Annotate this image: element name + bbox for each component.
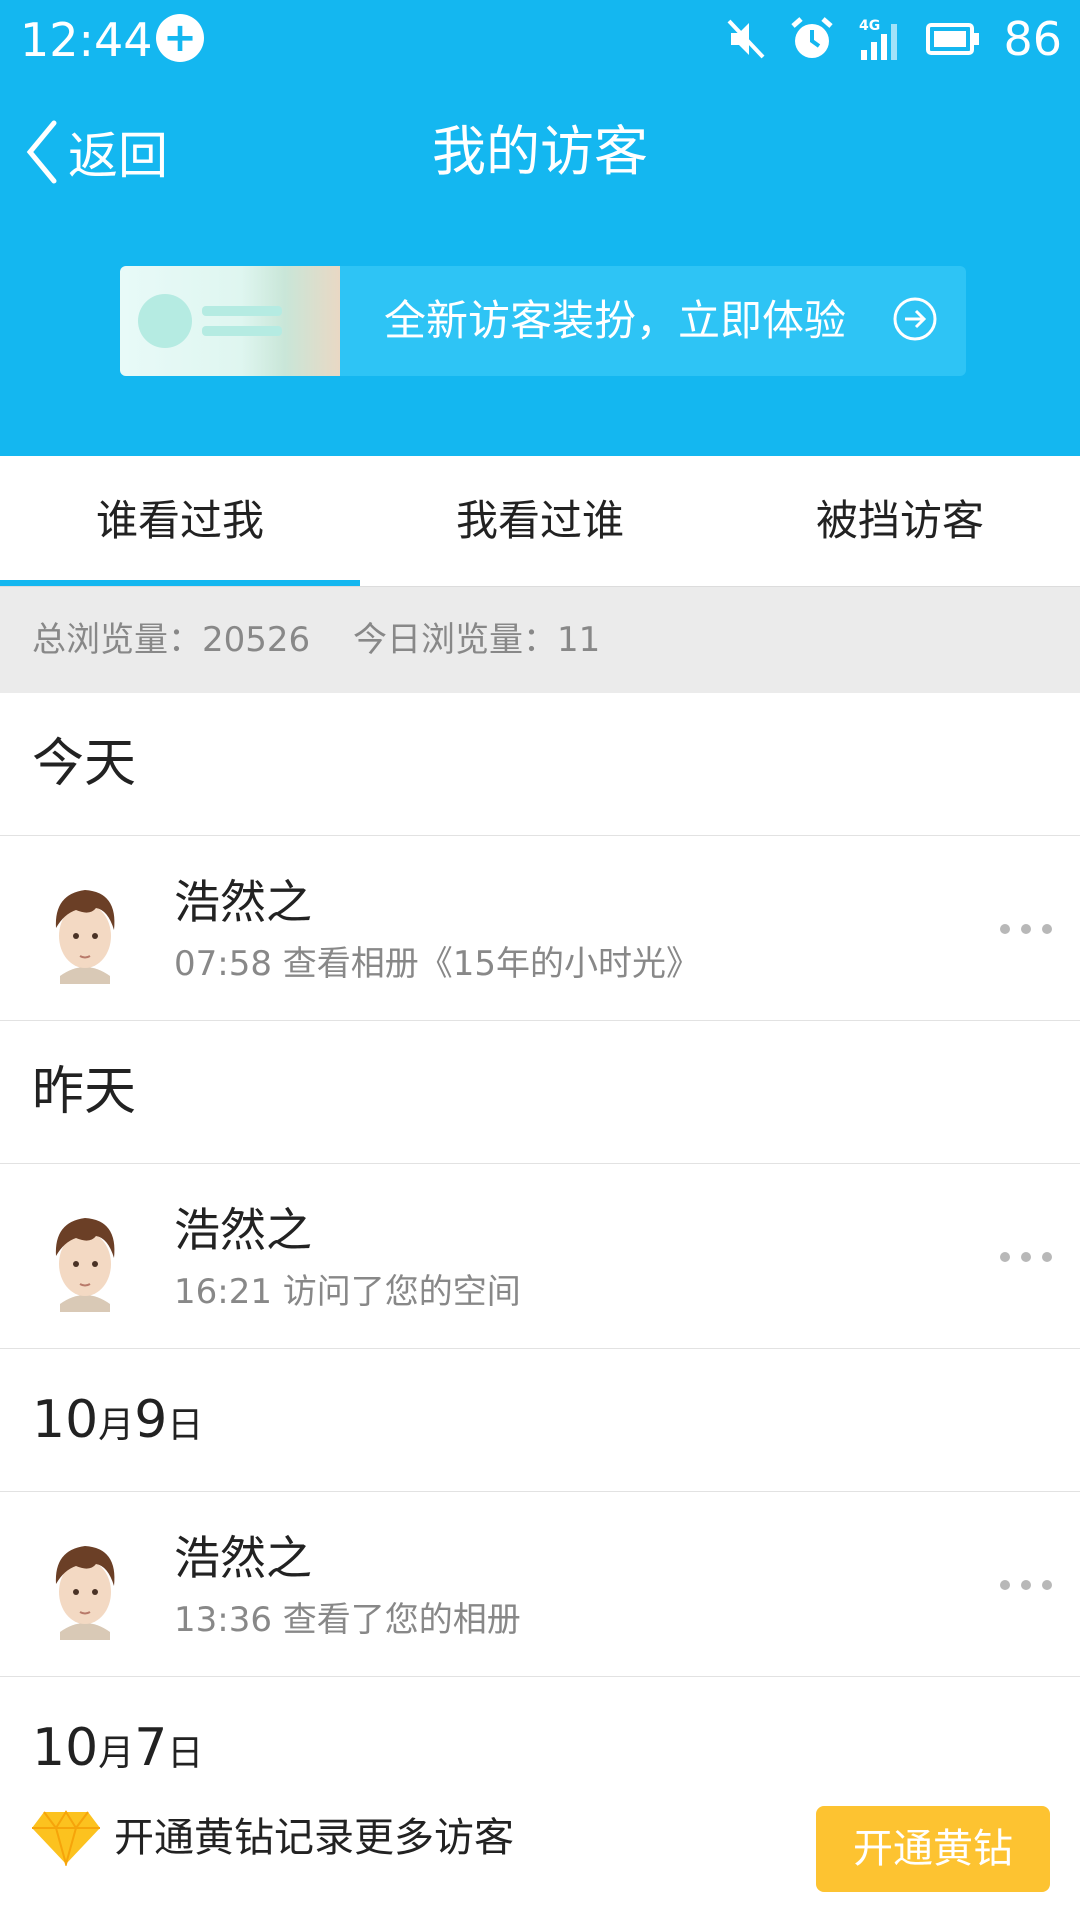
date-unit: 日 xyxy=(167,1405,204,1446)
diamond-icon xyxy=(32,1810,100,1866)
promo-thumbnail xyxy=(120,266,340,376)
promo-banner[interactable]: 全新访客装扮，立即体验 xyxy=(120,266,966,376)
date-number: 9 xyxy=(134,1390,168,1450)
visit-description: 07:58 查看相册《15年的小时光》 xyxy=(174,944,701,984)
mute-icon xyxy=(727,19,765,59)
4g-signal-icon: 4G xyxy=(859,18,898,60)
visitor-name: 浩然之 xyxy=(174,875,312,929)
date-number: 7 xyxy=(134,1718,168,1778)
thumbnail-bar xyxy=(202,326,282,336)
date-number: 10 xyxy=(32,1718,99,1778)
avatar xyxy=(55,890,115,984)
visit-stats: 总浏览量：20526 今日浏览量：11 xyxy=(0,587,1080,693)
vip-upsell-bar: 开通黄钻记录更多访客 开通黄钻 xyxy=(0,1778,1080,1920)
date-unit: 日 xyxy=(167,1733,204,1774)
open-yellow-diamond-button[interactable]: 开通黄钻 xyxy=(816,1806,1050,1892)
total-views: 总浏览量：20526 xyxy=(32,620,311,660)
app-sync-icon xyxy=(156,14,204,62)
section-title: 昨天 xyxy=(32,1062,137,1122)
status-bar: 12:44 4G 86 xyxy=(0,0,1080,80)
svg-text:4G: 4G xyxy=(859,18,880,34)
avatar xyxy=(55,1546,115,1640)
visitor-row[interactable]: 浩然之 13:36 查看了您的相册 xyxy=(0,1492,1080,1677)
status-time: 12:44 xyxy=(20,13,153,67)
section-header-date: 10月9日 xyxy=(0,1349,1080,1492)
section-header-today: 今天 xyxy=(0,693,1080,836)
visit-description: 13:36 查看了您的相册 xyxy=(174,1600,521,1640)
section-header-yesterday: 昨天 xyxy=(0,1021,1080,1164)
visitor-name: 浩然之 xyxy=(174,1203,312,1257)
status-icons: 4G 86 xyxy=(727,8,1062,70)
date-unit: 月 xyxy=(98,1405,135,1446)
battery-level: 86 xyxy=(1003,12,1062,66)
tab-blocked-visitors[interactable]: 被挡访客 xyxy=(720,456,1080,586)
battery-icon xyxy=(926,23,980,55)
more-options-icon[interactable] xyxy=(1000,1242,1052,1272)
visitor-row[interactable]: 浩然之 16:21 访问了您的空间 xyxy=(0,1164,1080,1349)
section-title: 10月9日 xyxy=(32,1349,203,1497)
visitor-name: 浩然之 xyxy=(174,1531,312,1585)
alarm-icon xyxy=(791,17,834,58)
tab-who-viewed-me[interactable]: 谁看过我 xyxy=(0,456,360,586)
vip-promo-text: 开通黄钻记录更多访客 xyxy=(114,1815,514,1861)
date-unit: 月 xyxy=(98,1733,135,1774)
arrow-right-circle-icon xyxy=(893,297,937,341)
active-tab-indicator xyxy=(0,580,360,586)
more-options-icon[interactable] xyxy=(1000,1570,1052,1600)
tab-bar: 谁看过我 我看过谁 被挡访客 xyxy=(0,456,1080,587)
tab-who-i-viewed[interactable]: 我看过谁 xyxy=(360,456,720,586)
visit-description: 16:21 访问了您的空间 xyxy=(174,1272,521,1312)
date-number: 10 xyxy=(32,1390,99,1450)
section-title: 今天 xyxy=(32,734,137,794)
page-title: 我的访客 xyxy=(432,120,648,183)
visitor-row[interactable]: 浩然之 07:58 查看相册《15年的小时光》 xyxy=(0,836,1080,1021)
thumbnail-circle xyxy=(138,294,192,348)
avatar xyxy=(55,1218,115,1312)
promo-text: 全新访客装扮，立即体验 xyxy=(384,296,847,345)
thumbnail-bar xyxy=(202,306,282,316)
today-views: 今日浏览量：11 xyxy=(352,620,601,660)
more-options-icon[interactable] xyxy=(1000,914,1052,944)
